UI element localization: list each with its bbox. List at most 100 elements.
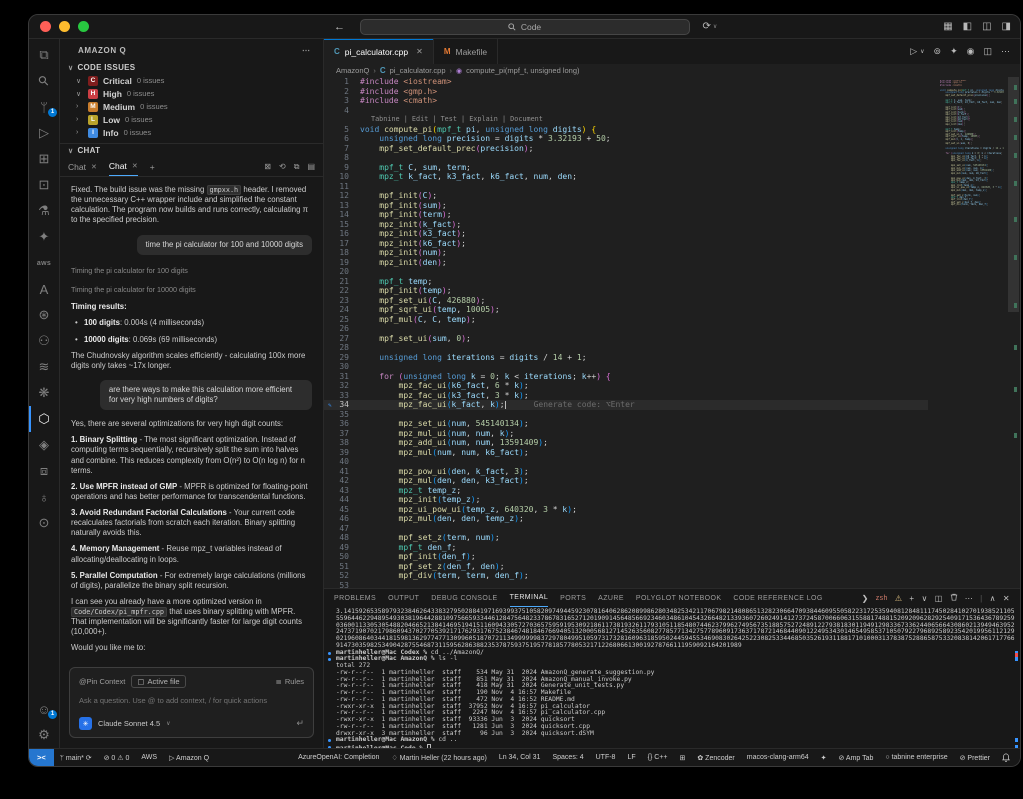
history-icon[interactable]: ⟲	[279, 162, 286, 171]
more-icon[interactable]: ⋯	[965, 594, 973, 603]
chat-message-list[interactable]: Fixed. The build issue was the missing g…	[60, 177, 323, 661]
code-editor[interactable]: 1#include <iostream>2#include <gmp.h>3#i…	[324, 77, 1020, 588]
code-issues-header[interactable]: ∨ CODE ISSUES	[60, 61, 323, 74]
indentation[interactable]: Spaces: 4	[546, 754, 589, 761]
rules-button[interactable]: ≣ Rules	[276, 677, 304, 686]
remote-indicator[interactable]: ><	[29, 749, 54, 766]
code-lines[interactable]: 1#include <iostream>2#include <gmp.h>3#i…	[324, 77, 928, 588]
run-and-debug-icon[interactable]: ▷	[29, 120, 59, 146]
issue-row-low[interactable]: ›LLow0 issues	[60, 113, 323, 126]
breadcrumb[interactable]: AmazonQ›Cpi_calculator.cpp›◉compute_pi(m…	[324, 64, 1020, 77]
extensions-icon[interactable]: ⊞	[29, 146, 59, 172]
command-center-search[interactable]: Code	[360, 19, 690, 35]
export-icon[interactable]: ⧉	[294, 162, 300, 172]
testing-icon[interactable]: ⚗	[29, 198, 59, 224]
breadcrumb-item[interactable]: pi_calculator.cpp	[390, 66, 446, 75]
cube-icon[interactable]: ◈	[29, 432, 59, 458]
remote-explorer-icon[interactable]: ⊡	[29, 172, 59, 198]
terminal-icon[interactable]: ❯	[862, 594, 869, 603]
new-chat-icon[interactable]: ▤	[307, 162, 315, 171]
panel-tab-debug-console[interactable]: DEBUG CONSOLE	[431, 589, 497, 607]
collapse-icon[interactable]: ⊠	[264, 162, 271, 171]
launch-profile-caret-icon[interactable]: ∨	[922, 594, 928, 603]
application-composer-icon[interactable]: A	[29, 276, 59, 302]
new-tab-button[interactable]: +	[150, 157, 155, 176]
shell-label[interactable]: zsh	[876, 595, 888, 602]
panel-tab-terminal[interactable]: TERMINAL	[510, 589, 549, 607]
back-icon[interactable]: ←	[334, 21, 345, 33]
docker-icon[interactable]: ⊛	[29, 302, 59, 328]
chat-tab-1[interactable]: Chat✕	[68, 157, 97, 176]
chat-input-box[interactable]: @Pin Context ▢ Active file ≣ Rules Ask a…	[69, 667, 314, 738]
panel-tab-azure[interactable]: AZURE	[598, 589, 624, 607]
aws-toolkit-icon[interactable]: aws	[29, 250, 59, 276]
amp-tab[interactable]: ⊘ Amp Tab	[832, 754, 879, 762]
editor-tab-pi_calculator-cpp[interactable]: Cpi_calculator.cpp✕	[324, 39, 434, 64]
prettier[interactable]: ⊘ Prettier	[954, 754, 996, 762]
search-icon[interactable]: ⚲	[29, 68, 59, 94]
tabnine-icon[interactable]: ◉	[967, 46, 975, 57]
kill-terminal-icon[interactable]	[950, 593, 958, 603]
close-icon[interactable]: ✕	[416, 47, 423, 56]
chat-header[interactable]: ∨ CHAT	[60, 144, 323, 157]
send-return-icon[interactable]: ↵	[296, 718, 304, 729]
source-control-icon[interactable]: ᛘ1	[29, 94, 59, 120]
git-blame[interactable]: ♢ Martin Heller (22 hours ago)	[385, 754, 492, 762]
model-selector[interactable]: Claude Sonnet 4.5	[98, 719, 160, 728]
broadcast-icon[interactable]: ≋	[29, 354, 59, 380]
issue-row-critical[interactable]: ∨CCritical0 issues	[60, 74, 323, 87]
preview-icon[interactable]: ⊙	[29, 510, 59, 536]
more-actions-icon[interactable]: ⋯	[1001, 46, 1010, 57]
panel-tab-polyglot-notebook[interactable]: POLYGLOT NOTEBOOK	[636, 589, 722, 607]
minimize-window-button[interactable]	[59, 21, 70, 32]
cursor-position[interactable]: Ln 34, Col 31	[493, 754, 547, 761]
accounts-icon[interactable]: ☺1	[29, 696, 59, 722]
azure-openai[interactable]: AzureOpenAI: Completion	[292, 754, 385, 761]
toggle-panel-icon[interactable]: ◫	[982, 21, 991, 32]
zencoder[interactable]: ✿ Zencoder	[691, 754, 740, 762]
close-icon[interactable]: ✕	[91, 163, 97, 171]
customize-layout-icon[interactable]: ▦	[943, 21, 952, 32]
chat-input-placeholder[interactable]: Ask a question. Use @ to add context, / …	[79, 696, 304, 705]
codelens-actions[interactable]: Tabnine | Edit | Test | Explain | Docume…	[324, 115, 928, 125]
toggle-secondary-sidebar-icon[interactable]: ◨	[1002, 21, 1011, 32]
globe-icon[interactable]: ♁	[29, 484, 59, 510]
more-actions-icon[interactable]: ⋯	[302, 46, 311, 55]
panel-tab-output[interactable]: OUTPUT	[388, 589, 419, 607]
amazon-q-status[interactable]: ▷ Amazon Q	[163, 754, 215, 762]
problems-summary[interactable]: ⊘ 0 ⚠ 0	[98, 754, 136, 762]
editor-tab-makefile[interactable]: MMakefile	[434, 39, 498, 64]
split-terminal-icon[interactable]: ◫	[935, 594, 943, 603]
bot-icon[interactable]: ⚇	[29, 328, 59, 354]
close-window-button[interactable]	[40, 21, 51, 32]
gear-icon[interactable]: ⊚	[934, 46, 942, 57]
warning-icon[interactable]: ⚠	[895, 594, 903, 603]
package-icon[interactable]: ⧈	[29, 458, 59, 484]
extension-status-icon[interactable]: ⊞	[673, 754, 691, 762]
language-mode[interactable]: {} C++	[642, 754, 674, 761]
new-terminal-icon[interactable]: +	[909, 594, 914, 603]
run-button[interactable]: ▷	[910, 46, 917, 57]
terminal[interactable]: 3.14159265358979323846264338327950288419…	[324, 607, 1020, 748]
explorer-icon[interactable]: ⧉	[29, 42, 59, 68]
breadcrumb-item[interactable]: AmazonQ	[336, 66, 369, 75]
minimap[interactable]: #include <iostream>#include <gmp.h>#incl…	[940, 80, 1004, 209]
toggle-primary-sidebar-icon[interactable]: ◧	[963, 21, 972, 32]
issue-row-info[interactable]: ›IInfo0 issues	[60, 126, 323, 139]
git-branch[interactable]: ᛘ main* ⟳	[54, 754, 98, 762]
notifications-bell[interactable]	[996, 753, 1016, 762]
zoom-window-button[interactable]	[78, 21, 89, 32]
close-panel-icon[interactable]: ✕	[1003, 594, 1010, 603]
panel-tab-ports[interactable]: PORTS	[560, 589, 586, 607]
issue-row-medium[interactable]: ›MMedium0 issues	[60, 100, 323, 113]
breadcrumb-item[interactable]: compute_pi(mpf_t, unsigned long)	[466, 66, 579, 75]
maximize-panel-icon[interactable]: ∧	[990, 594, 996, 603]
aws[interactable]: AWS	[135, 754, 163, 762]
amazon-q-icon[interactable]: ⬡	[29, 406, 59, 432]
panel-tab-code-reference-log[interactable]: CODE REFERENCE LOG	[733, 589, 822, 607]
panel-tab-problems[interactable]: PROBLEMS	[334, 589, 376, 607]
compiler-kit[interactable]: macos-clang-arm64	[741, 754, 815, 761]
eol[interactable]: LF	[621, 754, 641, 761]
sparkle[interactable]: ✦	[815, 754, 833, 762]
sync-button[interactable]: ⟳∨	[703, 21, 718, 32]
